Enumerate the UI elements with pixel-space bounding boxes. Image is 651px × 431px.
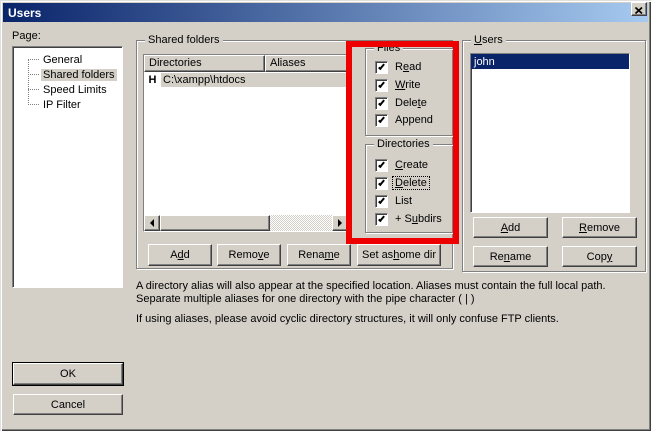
alias-notes: A directory alias will also appear at th… bbox=[136, 280, 648, 326]
cancel-button[interactable]: Cancel bbox=[13, 394, 123, 415]
checkbox-dirs-create[interactable]: Create bbox=[375, 158, 430, 172]
directories-group: Directories Create Delete List + Subdirs bbox=[365, 144, 454, 233]
checkbox-icon bbox=[375, 61, 388, 74]
tree-item-general[interactable]: General bbox=[13, 52, 122, 67]
shared-folder-row[interactable]: H C:\xampp\htdocs bbox=[144, 72, 348, 87]
checkbox-icon bbox=[375, 159, 388, 172]
scroll-thumb[interactable] bbox=[160, 215, 270, 231]
check-icon bbox=[378, 62, 385, 69]
checkbox-files-write[interactable]: Write bbox=[375, 78, 422, 92]
checkbox-dirs-delete[interactable]: Delete bbox=[375, 176, 429, 190]
horizontal-scrollbar[interactable] bbox=[144, 215, 348, 231]
checkbox-dirs-list[interactable]: List bbox=[375, 194, 414, 208]
check-icon bbox=[378, 115, 385, 122]
users-copy-button[interactable]: Copy bbox=[562, 246, 637, 267]
user-item-john[interactable]: john bbox=[471, 54, 629, 69]
checkbox-icon bbox=[375, 177, 388, 190]
home-dir-flag: H bbox=[144, 74, 161, 86]
directory-path: C:\xampp\htdocs bbox=[161, 73, 348, 87]
close-button[interactable] bbox=[631, 2, 647, 16]
page-tree: General Shared folders Speed Limits IP F… bbox=[12, 46, 123, 288]
shared-add-button[interactable]: Add bbox=[148, 244, 212, 266]
check-icon bbox=[378, 214, 385, 221]
users-dialog: Users Page: General Shared folders Speed… bbox=[0, 0, 651, 431]
tree-item-shared-folders[interactable]: Shared folders bbox=[13, 67, 122, 82]
scroll-left-button[interactable] bbox=[144, 215, 160, 231]
users-group-label: Users bbox=[471, 34, 506, 47]
page-label: Page: bbox=[12, 30, 41, 42]
checkbox-icon bbox=[375, 79, 388, 92]
shared-folders-group-label: Shared folders bbox=[145, 34, 223, 47]
checkbox-dirs-subdirs[interactable]: + Subdirs bbox=[375, 212, 444, 226]
right-arrow-icon bbox=[338, 219, 342, 227]
checkbox-files-delete[interactable]: Delete bbox=[375, 96, 429, 110]
users-remove-button[interactable]: Remove bbox=[562, 217, 637, 238]
checkbox-files-read[interactable]: Read bbox=[375, 60, 423, 74]
shared-remove-button[interactable]: Remove bbox=[217, 244, 281, 266]
tree-branch-icon bbox=[28, 104, 39, 105]
aliases-column-header[interactable]: Aliases bbox=[265, 55, 348, 72]
close-icon bbox=[635, 2, 643, 17]
tree-item-speed-limits[interactable]: Speed Limits bbox=[13, 82, 122, 97]
notes-paragraph-2: If using aliases, please avoid cyclic di… bbox=[136, 313, 648, 326]
left-arrow-icon bbox=[150, 219, 154, 227]
scroll-track[interactable] bbox=[270, 215, 332, 231]
directories-group-label: Directories bbox=[374, 138, 433, 151]
list-body: H C:\xampp\htdocs bbox=[144, 72, 348, 215]
check-icon bbox=[378, 98, 385, 105]
check-icon bbox=[378, 196, 385, 203]
set-as-home-dir-button[interactable]: Set as home dir bbox=[357, 244, 441, 266]
users-add-button[interactable]: Add bbox=[473, 217, 548, 238]
users-rename-button[interactable]: Rename bbox=[473, 246, 548, 267]
shared-rename-button[interactable]: Rename bbox=[287, 244, 351, 266]
tree-branch-icon bbox=[28, 59, 39, 60]
directories-column-header[interactable]: Directories bbox=[144, 55, 265, 72]
scroll-right-button[interactable] bbox=[332, 215, 348, 231]
checkbox-icon bbox=[375, 97, 388, 110]
list-header: Directories Aliases bbox=[144, 55, 348, 72]
checkbox-icon bbox=[375, 114, 388, 127]
check-icon bbox=[378, 160, 385, 167]
files-group: Files Read Write Delete Append bbox=[365, 48, 454, 136]
window-title: Users bbox=[3, 6, 41, 20]
tree-branch-icon bbox=[28, 74, 39, 75]
notes-paragraph-1: A directory alias will also appear at th… bbox=[136, 280, 648, 306]
checkbox-icon bbox=[375, 195, 388, 208]
tree-item-ip-filter[interactable]: IP Filter bbox=[13, 97, 122, 112]
shared-folders-list: Directories Aliases H C:\xampp\htdocs bbox=[143, 54, 349, 232]
check-icon bbox=[378, 178, 385, 185]
check-icon bbox=[378, 80, 385, 87]
checkbox-icon bbox=[375, 213, 388, 226]
files-group-label: Files bbox=[374, 42, 403, 55]
checkbox-files-append[interactable]: Append bbox=[375, 113, 435, 127]
ok-button[interactable]: OK bbox=[13, 363, 123, 385]
tree-branch-icon bbox=[28, 89, 39, 90]
titlebar[interactable]: Users bbox=[3, 3, 648, 22]
users-list: john bbox=[470, 53, 630, 213]
